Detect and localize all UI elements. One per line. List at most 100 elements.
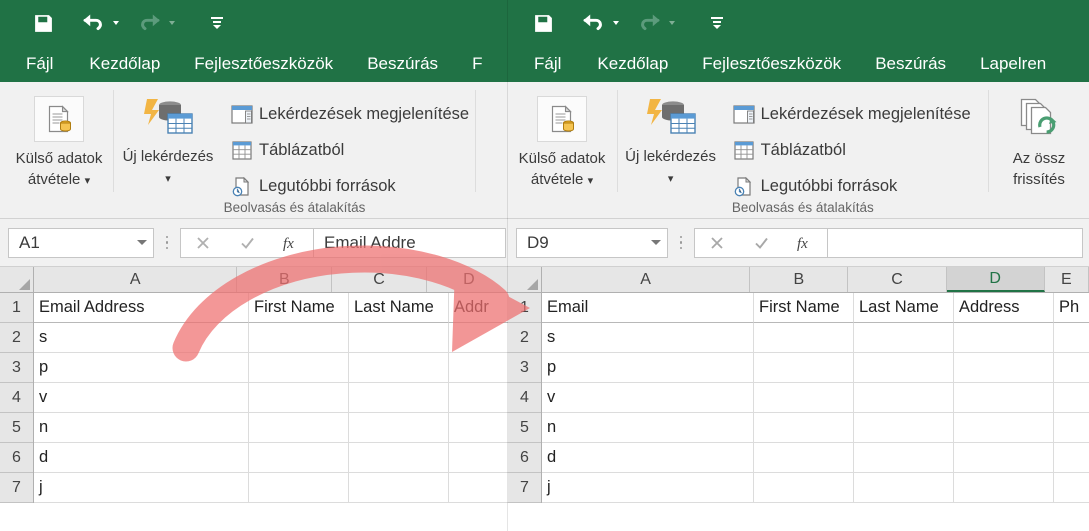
recent-sources-button[interactable]: Legutóbbi források xyxy=(724,170,977,203)
cell-d1[interactable]: Address xyxy=(954,293,1054,323)
new-query-button[interactable]: Új lekérdezés ▾ xyxy=(114,88,222,218)
cell-b7[interactable] xyxy=(249,473,349,503)
cell-a6[interactable]: d xyxy=(34,443,249,473)
undo-icon[interactable] xyxy=(576,6,610,40)
cell-d2[interactable] xyxy=(449,323,512,353)
new-query-dropdown-icon[interactable]: ▾ xyxy=(668,173,674,185)
cell-b4[interactable] xyxy=(754,383,854,413)
insert-function-icon[interactable]: fx xyxy=(269,229,313,257)
cell-b1[interactable]: First Name xyxy=(249,293,349,323)
refresh-all-button[interactable]: Az össz frissítés xyxy=(989,88,1089,190)
save-icon[interactable] xyxy=(26,6,60,40)
cell-a3[interactable]: p xyxy=(542,353,754,383)
get-external-data-dropdown-icon[interactable]: ▾ xyxy=(588,175,594,187)
save-icon[interactable] xyxy=(526,6,560,40)
customize-qat-icon[interactable] xyxy=(700,6,734,40)
cell-a3[interactable]: p xyxy=(34,353,249,383)
redo-dropdown-caret-icon[interactable] xyxy=(666,6,678,40)
enter-formula-icon[interactable] xyxy=(225,229,269,257)
tab-fejlesztoeszkozok[interactable]: Fejlesztőeszközök xyxy=(685,46,858,82)
cell-e3[interactable] xyxy=(1054,353,1089,383)
right-col-header-e[interactable]: E xyxy=(1044,267,1089,292)
formula-bar-grip[interactable] xyxy=(668,235,694,250)
cell-c7[interactable] xyxy=(349,473,449,503)
cell-e2[interactable] xyxy=(1054,323,1089,353)
right-col-header-b[interactable]: B xyxy=(750,267,849,292)
cell-c6[interactable] xyxy=(854,443,954,473)
cell-b5[interactable] xyxy=(249,413,349,443)
tab-fajl[interactable]: Fájl xyxy=(12,46,72,82)
cell-c5[interactable] xyxy=(349,413,449,443)
cell-a2[interactable]: s xyxy=(542,323,754,353)
left-col-header-d[interactable]: D xyxy=(426,267,512,292)
name-box-caret-icon[interactable] xyxy=(137,240,147,245)
cell-c1[interactable]: Last Name xyxy=(349,293,449,323)
redo-dropdown-caret-icon[interactable] xyxy=(166,6,178,40)
cell-d7[interactable] xyxy=(954,473,1054,503)
right-col-header-d[interactable]: D xyxy=(946,267,1045,292)
refresh-all-button[interactable]: Külső átvé xyxy=(476,88,512,188)
redo-icon[interactable] xyxy=(132,6,166,40)
right-row-header-6[interactable]: 6 xyxy=(508,443,541,473)
left-row-header-6[interactable]: 6 xyxy=(0,443,33,473)
cell-c3[interactable] xyxy=(349,353,449,383)
formula-bar-grip[interactable] xyxy=(154,235,180,250)
right-name-box[interactable]: D9 xyxy=(516,227,668,258)
left-select-all-corner[interactable] xyxy=(0,267,34,292)
cell-b2[interactable] xyxy=(754,323,854,353)
cell-c2[interactable] xyxy=(854,323,954,353)
recent-sources-button[interactable]: Legutóbbi források xyxy=(222,170,475,203)
cell-a4[interactable]: v xyxy=(34,383,249,413)
tab-lapelrendezes-cut[interactable]: F xyxy=(455,46,499,82)
cell-d4[interactable] xyxy=(954,383,1054,413)
from-table-button[interactable]: Táblázatból xyxy=(724,134,977,167)
get-external-data-dropdown-icon[interactable]: ▾ xyxy=(85,175,91,187)
cell-b7[interactable] xyxy=(754,473,854,503)
right-row-header-1[interactable]: 1 xyxy=(508,293,541,323)
cell-d4[interactable] xyxy=(449,383,512,413)
insert-function-icon[interactable]: fx xyxy=(783,229,827,257)
right-row-header-5[interactable]: 5 xyxy=(508,413,541,443)
from-table-button[interactable]: Táblázatból xyxy=(222,134,475,167)
cell-d6[interactable] xyxy=(954,443,1054,473)
cell-a7[interactable]: j xyxy=(34,473,249,503)
left-formula-input[interactable]: Email Addre xyxy=(314,227,506,258)
cell-d5[interactable] xyxy=(449,413,512,443)
left-row-header-4[interactable]: 4 xyxy=(0,383,33,413)
cell-b5[interactable] xyxy=(754,413,854,443)
left-row-header-3[interactable]: 3 xyxy=(0,353,33,383)
cell-e1[interactable]: Ph xyxy=(1054,293,1089,323)
cell-b6[interactable] xyxy=(249,443,349,473)
tab-fajl[interactable]: Fájl xyxy=(520,46,580,82)
cell-d6[interactable] xyxy=(449,443,512,473)
tab-lapelrendezes[interactable]: Lapelren xyxy=(963,46,1063,82)
tab-beszuras[interactable]: Beszúrás xyxy=(858,46,963,82)
cell-d3[interactable] xyxy=(954,353,1054,383)
cell-d2[interactable] xyxy=(954,323,1054,353)
cell-c5[interactable] xyxy=(854,413,954,443)
tab-kezdolap[interactable]: Kezdőlap xyxy=(580,46,685,82)
cell-b6[interactable] xyxy=(754,443,854,473)
left-row-header-1[interactable]: 1 xyxy=(0,293,33,323)
cell-b3[interactable] xyxy=(754,353,854,383)
undo-dropdown-caret-icon[interactable] xyxy=(610,6,622,40)
cell-b1[interactable]: First Name xyxy=(754,293,854,323)
name-box-caret-icon[interactable] xyxy=(651,240,661,245)
cell-e4[interactable] xyxy=(1054,383,1089,413)
right-row-header-7[interactable]: 7 xyxy=(508,473,541,503)
cell-d7[interactable] xyxy=(449,473,512,503)
left-row-header-5[interactable]: 5 xyxy=(0,413,33,443)
left-name-box[interactable]: A1 xyxy=(8,227,154,258)
redo-icon[interactable] xyxy=(632,6,666,40)
undo-dropdown-caret-icon[interactable] xyxy=(110,6,122,40)
left-row-header-7[interactable]: 7 xyxy=(0,473,33,503)
cell-a5[interactable]: n xyxy=(34,413,249,443)
left-col-header-a[interactable]: A xyxy=(34,267,238,292)
cell-c7[interactable] xyxy=(854,473,954,503)
right-row-header-2[interactable]: 2 xyxy=(508,323,541,353)
right-formula-input[interactable] xyxy=(828,227,1083,258)
cell-c4[interactable] xyxy=(854,383,954,413)
undo-icon[interactable] xyxy=(76,6,110,40)
new-query-dropdown-icon[interactable]: ▾ xyxy=(165,173,171,185)
cell-c1[interactable]: Last Name xyxy=(854,293,954,323)
